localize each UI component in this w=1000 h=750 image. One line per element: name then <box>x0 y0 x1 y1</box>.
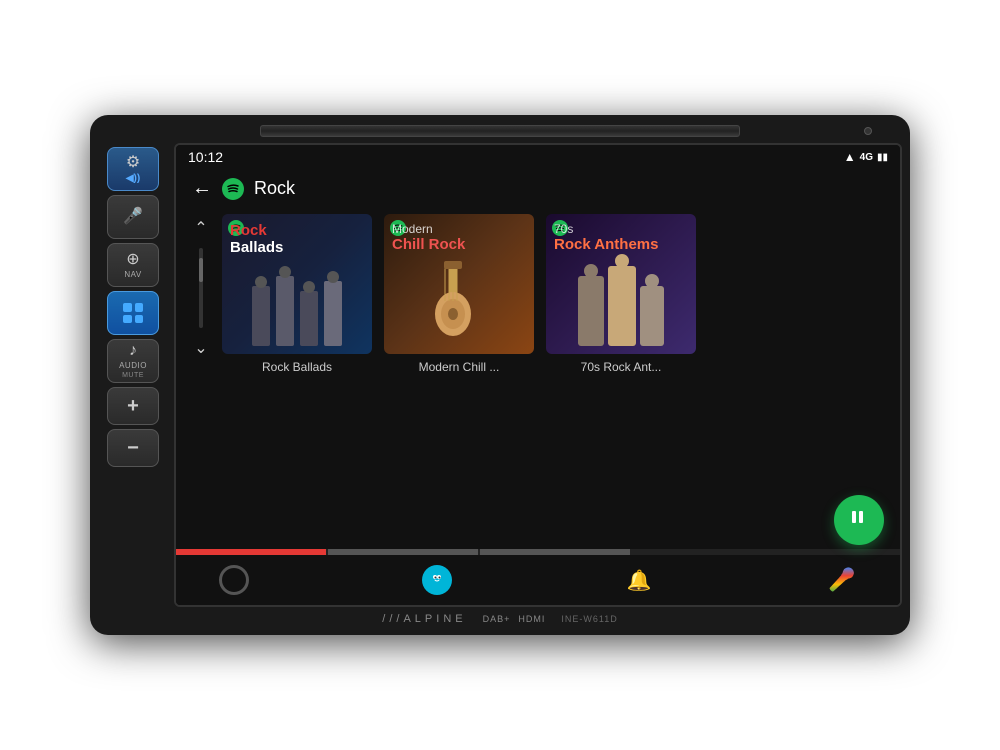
waze-button[interactable] <box>419 562 455 598</box>
waze-icon <box>422 565 452 595</box>
status-icons: ▲ 4G ▮▮ <box>844 150 888 164</box>
microphone-icon: 🎤 <box>123 209 143 225</box>
volume-down-button[interactable]: − <box>107 429 159 467</box>
playlist-modern-chill-rock[interactable]: Modern Chill Rock <box>384 214 534 374</box>
scroll-controls: ⌃ ⌄ <box>186 208 216 358</box>
scroll-down-button[interactable]: ⌄ <box>194 338 207 358</box>
cd-slot <box>260 125 740 137</box>
camera <box>864 127 872 135</box>
settings-icon: ⚙ <box>126 155 140 171</box>
band-figure <box>230 276 364 346</box>
car-head-unit: ⚙ ◀)) 🎤 ⊕ NAV ♪ AUDIO MUT <box>90 115 910 635</box>
playlist-70s-rock-anthems[interactable]: 70s Rock Anthems <box>546 214 696 374</box>
playlist-name-rock-ballads: Rock Ballads <box>222 360 372 374</box>
mic-button[interactable]: 🎤 <box>107 195 159 239</box>
art-ballads-label: Ballads <box>230 239 364 256</box>
playlists-grid: Rock Ballads <box>222 208 890 380</box>
audio-icon: ♪ <box>129 343 137 359</box>
volume-up-button[interactable]: + <box>107 387 159 425</box>
rock-ballads-overlay: Rock Ballads <box>222 214 372 354</box>
page-title: Rock <box>254 178 295 199</box>
playlist-art-rock-ballads: Rock Ballads <box>222 214 372 354</box>
play-fab-button[interactable] <box>834 495 884 545</box>
volume-up-icon: + <box>127 395 139 418</box>
scroll-track <box>199 248 203 328</box>
playlist-name-chill-rock: Modern Chill ... <box>384 360 534 374</box>
sound-icon: ◀)) <box>126 173 140 184</box>
playlist-name-70s-rock: 70s Rock Ant... <box>546 360 696 374</box>
scroll-thumb <box>199 258 203 282</box>
device-top-bar <box>98 125 902 137</box>
voice-button[interactable]: 🎤 <box>824 562 860 598</box>
wifi-icon: ▲ <box>844 150 856 164</box>
playlist-art-70s-rock: 70s Rock Anthems <box>546 214 696 354</box>
home-button[interactable] <box>216 562 252 598</box>
side-controls: ⚙ ◀)) 🎤 ⊕ NAV ♪ AUDIO MUT <box>98 143 168 607</box>
guitar-figure <box>392 256 526 346</box>
guitar-svg <box>419 256 499 346</box>
brand-name: ///ALPINE <box>382 613 466 625</box>
notification-button[interactable]: 🔔 <box>621 562 657 598</box>
main-screen: 10:12 ▲ 4G ▮▮ ← <box>174 143 902 607</box>
signal-label: 4G <box>860 152 873 163</box>
art-rock-label: Rock <box>230 222 364 239</box>
settings-button[interactable]: ⚙ ◀)) <box>107 147 159 191</box>
playlist-rock-ballads[interactable]: Rock Ballads <box>222 214 372 374</box>
nav-button[interactable]: ⊕ NAV <box>107 243 159 287</box>
spotify-icon <box>222 178 244 200</box>
playlist-area: ⌃ ⌄ <box>176 208 900 549</box>
bell-icon: 🔔 <box>627 568 652 593</box>
grid-icon <box>123 303 143 323</box>
clock: 10:12 <box>188 149 223 165</box>
70s-rock-overlay: 70s Rock Anthems <box>546 214 696 354</box>
art-modern-label: Modern <box>392 222 526 236</box>
queen-figure <box>554 266 688 346</box>
scroll-up-button[interactable]: ⌃ <box>194 218 207 238</box>
home-icon <box>219 565 249 595</box>
art-rock-anthems-label: Rock Anthems <box>554 236 688 253</box>
device-body: ⚙ ◀)) 🎤 ⊕ NAV ♪ AUDIO MUT <box>98 143 902 607</box>
audio-label: AUDIO <box>119 361 147 370</box>
screen-content: ← Rock ⌃ <box>176 169 900 605</box>
mute-label: MUTE <box>122 372 144 379</box>
hdmi-label: HDMI <box>518 614 545 624</box>
dab-label: DAB+ <box>483 614 511 624</box>
battery-icon: ▮▮ <box>877 152 888 163</box>
bottom-navigation: 🔔 🎤 <box>176 555 900 605</box>
playlist-art-chill-rock: Modern Chill Rock <box>384 214 534 354</box>
model-label: INE-W611D <box>561 614 617 624</box>
spec-labels: DAB+ HDMI <box>483 614 546 624</box>
volume-down-icon: − <box>127 437 139 460</box>
device-bottom-bar: ///ALPINE DAB+ HDMI INE-W611D <box>98 607 902 627</box>
chill-rock-overlay: Modern Chill Rock <box>384 214 534 354</box>
nav-label: NAV <box>124 270 141 279</box>
audio-button[interactable]: ♪ AUDIO MUTE <box>107 339 159 383</box>
nav-header: ← Rock <box>176 169 900 208</box>
grid-button[interactable] <box>107 291 159 335</box>
art-chill-label: Chill Rock <box>392 236 526 253</box>
navigation-icon: ⊕ <box>126 252 139 268</box>
play-fab-icon <box>849 507 869 533</box>
google-mic-icon: 🎤 <box>828 567 855 593</box>
back-button[interactable]: ← <box>192 177 212 200</box>
status-bar: 10:12 ▲ 4G ▮▮ <box>176 145 900 169</box>
art-70s-label: 70s <box>554 222 688 236</box>
